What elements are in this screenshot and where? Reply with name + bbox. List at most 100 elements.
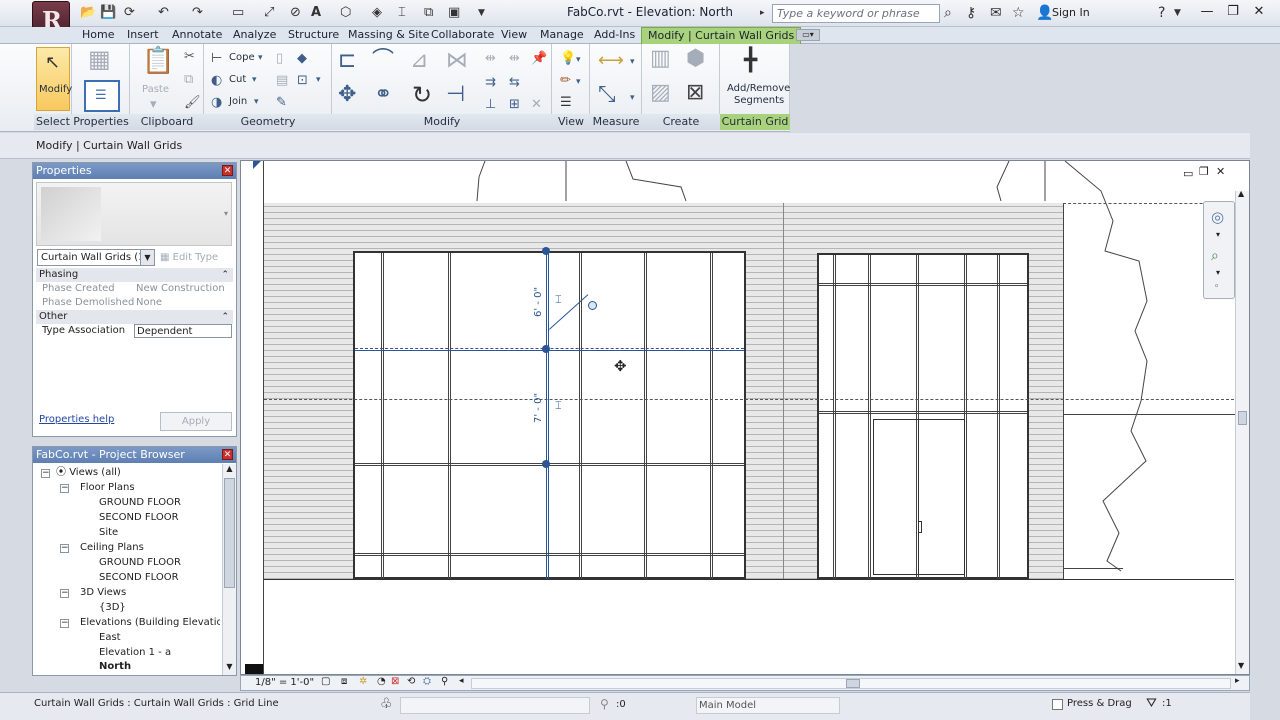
- split-gap-icon[interactable]: ⇹: [509, 52, 520, 65]
- close-button[interactable]: ✕: [1246, 2, 1272, 22]
- sun-path-icon[interactable]: ✲: [359, 676, 367, 687]
- paste-dropdown-icon[interactable]: ▾: [150, 98, 157, 111]
- scroll-down-icon[interactable]: ▼: [224, 662, 235, 674]
- tab-view[interactable]: View: [495, 27, 533, 44]
- match-properties-icon[interactable]: 🖌: [184, 96, 201, 109]
- linework-icon[interactable]: ✏: [560, 74, 571, 87]
- sign-in-link[interactable]: Sign In: [1052, 6, 1090, 19]
- tree-second-floor[interactable]: SECOND FLOOR: [99, 510, 179, 525]
- mirror-draw-icon[interactable]: ⋈: [446, 50, 468, 72]
- cope-dropdown-icon[interactable]: ▾: [258, 52, 263, 65]
- ribbon-minimize-icon[interactable]: ▭▾: [796, 29, 820, 41]
- tree-3d-views[interactable]: 3D Views: [80, 585, 126, 600]
- viewport-hscroll-thumb[interactable]: [846, 679, 860, 688]
- viewport-scroll-down-icon[interactable]: ▼: [1238, 661, 1244, 670]
- phasing-group-header[interactable]: Phasing ⌃: [36, 268, 233, 282]
- switch-windows-icon[interactable]: ▣: [448, 5, 460, 20]
- temp-dimension-bottom[interactable]: 7' - 0": [533, 393, 544, 423]
- tree-3d-default[interactable]: {3D}: [99, 600, 126, 615]
- thin-lines-icon[interactable]: ⌶: [398, 5, 406, 20]
- cut-profile-icon[interactable]: ✎: [276, 96, 287, 109]
- ceiling-plans-toggle[interactable]: −: [60, 544, 69, 553]
- create-assembly-icon[interactable]: ▥: [650, 48, 671, 70]
- view-restore-icon[interactable]: ❐: [1199, 165, 1209, 178]
- zoom-dropdown-icon[interactable]: ▾: [1216, 268, 1220, 277]
- viewport-vscroll-thumb[interactable]: [1238, 411, 1247, 425]
- add-remove-segments-button-line2[interactable]: Segments: [734, 95, 784, 106]
- tree-ceiling-plans[interactable]: Ceiling Plans: [80, 540, 144, 555]
- trim-single-icon[interactable]: ⊥: [485, 98, 496, 111]
- override-graphics-icon[interactable]: 💡: [560, 52, 576, 65]
- tab-add-ins[interactable]: Add-Ins: [588, 27, 641, 44]
- phasing-collapse-icon[interactable]: ⌃: [221, 268, 229, 282]
- redo-icon[interactable]: ↷: [192, 5, 203, 20]
- tree-ceiling-ground-floor[interactable]: GROUND FLOOR: [99, 555, 181, 570]
- dim-grip-top[interactable]: [542, 247, 550, 255]
- cut-button[interactable]: Cut: [229, 74, 246, 85]
- tag-icon[interactable]: ⊘: [290, 5, 301, 20]
- curtain-wall-left[interactable]: [353, 251, 746, 579]
- minimize-button[interactable]: —: [1194, 2, 1220, 22]
- tree-floor-plans[interactable]: Floor Plans: [80, 480, 135, 495]
- copy-icon[interactable]: ⧉: [184, 73, 193, 86]
- close-hidden-icon[interactable]: ⧉: [424, 5, 433, 20]
- project-browser-close-button[interactable]: ✕: [222, 449, 233, 460]
- tree-east[interactable]: East: [99, 630, 121, 645]
- cut-scissors-icon[interactable]: ✂: [184, 50, 195, 63]
- tree-ceiling-second-floor[interactable]: SECOND FLOOR: [99, 570, 179, 585]
- elevations-toggle[interactable]: −: [60, 619, 69, 628]
- properties-toggle-button[interactable]: ☰: [84, 80, 120, 112]
- type-selector-arrow-icon[interactable]: ▼: [140, 250, 154, 265]
- type-preview-dropdown-icon[interactable]: ▾: [224, 209, 228, 218]
- tab-analyze[interactable]: Analyze: [227, 27, 282, 44]
- measure-between-icon[interactable]: ⟷: [598, 52, 624, 70]
- 3d-view-icon[interactable]: ⬡: [340, 5, 351, 20]
- workset-dropdown[interactable]: [400, 697, 590, 714]
- visual-style-icon[interactable]: ⧈: [341, 676, 347, 687]
- tree-views-all[interactable]: ⦿ Views (all): [56, 465, 121, 480]
- type-selector-preview[interactable]: ▾: [36, 182, 232, 246]
- cope-button[interactable]: Cope: [229, 52, 255, 63]
- shadows-icon[interactable]: ◔: [377, 676, 386, 687]
- mullion-v2[interactable]: [448, 253, 451, 579]
- viewport-scroll-up-icon[interactable]: ▲: [1238, 189, 1244, 198]
- dimension-toggle-icon-top[interactable]: ⌶: [555, 293, 562, 307]
- text-icon[interactable]: A: [311, 5, 321, 20]
- viewport-vertical-scrollbar[interactable]: ▲ ▼: [1235, 189, 1249, 674]
- rotate-icon[interactable]: ↻: [412, 83, 432, 107]
- drawing-viewport[interactable]: 6' - 0" 7' - 0" ⌶ ⌶ ✥ ▭ ❐ ✕ ◎ ▾ ⌕ ▾ ◦ ▲ …: [240, 160, 1250, 675]
- measure-dropdown-icon[interactable]: ▾: [630, 56, 635, 69]
- join-dropdown-icon[interactable]: ▾: [254, 96, 259, 109]
- demolish-icon[interactable]: ⊡: [297, 74, 308, 87]
- unpin-icon[interactable]: ⊞: [509, 98, 520, 111]
- temp-dimension-top[interactable]: 6' - 0": [533, 287, 544, 317]
- storefront-mullion-v5[interactable]: [997, 255, 1000, 579]
- 3d-views-toggle[interactable]: −: [60, 589, 69, 598]
- wall-joins-icon[interactable]: ▯: [276, 52, 283, 65]
- split-icon[interactable]: ⇹: [485, 52, 496, 65]
- dimension-icon[interactable]: ⤢: [264, 5, 274, 20]
- array-icon[interactable]: ⇉: [485, 76, 496, 89]
- view-close-icon[interactable]: ✕: [1216, 165, 1225, 178]
- maximize-button[interactable]: ❐: [1220, 2, 1246, 22]
- storefront-mullion-h1[interactable]: [819, 283, 1027, 286]
- type-association-value[interactable]: Dependent: [134, 324, 232, 338]
- search-input[interactable]: Type a keyword or phrase: [772, 4, 940, 23]
- copy-element-icon[interactable]: ⚭: [374, 84, 392, 106]
- show-crop-icon[interactable]: ⟲: [407, 676, 415, 687]
- open-icon[interactable]: 📂: [80, 5, 96, 20]
- trim-extend-icon[interactable]: ⊣: [446, 84, 465, 106]
- tab-insert[interactable]: Insert: [121, 27, 165, 44]
- crop-view-icon[interactable]: ⊠: [391, 676, 399, 687]
- mirror-axis-icon[interactable]: ⊿: [410, 50, 428, 72]
- tab-manage[interactable]: Manage: [534, 27, 590, 44]
- browser-scrollbar[interactable]: ▲ ▼: [222, 464, 236, 675]
- add-remove-segments-button[interactable]: Add/Remove: [727, 83, 790, 94]
- create-group-icon[interactable]: ▨: [650, 82, 671, 104]
- favorites-star-icon[interactable]: ☆: [1012, 5, 1025, 21]
- tree-site[interactable]: Site: [99, 525, 118, 540]
- scale-icon[interactable]: ⇆: [509, 76, 520, 89]
- tab-structure[interactable]: Structure: [282, 27, 345, 44]
- mullion-v6[interactable]: [710, 253, 713, 579]
- view-dropdown-icon[interactable]: ▾: [576, 54, 581, 67]
